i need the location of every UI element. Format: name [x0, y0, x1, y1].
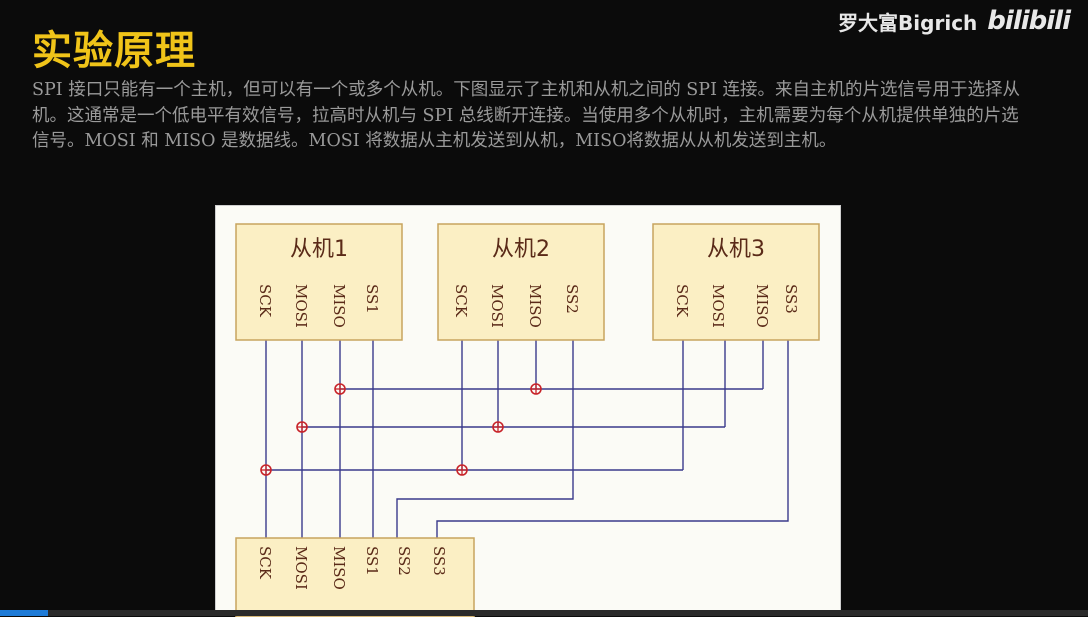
master-pin-miso: MISO — [330, 546, 348, 590]
slave1-pin-miso: MISO — [330, 284, 348, 328]
slave-label-1: 从机1 — [290, 237, 348, 262]
slave1-pin-sck: SCK — [256, 284, 274, 318]
wire-14 — [436, 340, 789, 538]
slave1-pin-ss1: SS1 — [363, 284, 381, 314]
slave3-pin-ss3: SS3 — [782, 284, 800, 314]
master-pin-sck: SCK — [256, 546, 274, 580]
spi-diagram: 从机1 SCK MOSI MISO SS1 从机2 SCK MOSI MISO SS2 从机3 SCK… — [215, 205, 841, 617]
slide-paragraph: SPI 接口只能有一个主机，但可以有一个或多个从机。下图显示了主机和从机之间的 … — [32, 80, 1021, 151]
slave1-pin-mosi: MOSI — [292, 284, 310, 328]
slave3-pin-mosi: MOSI — [709, 284, 727, 328]
slave-label-2: 从机2 — [492, 237, 550, 262]
slide-title: 实验原理 — [32, 28, 196, 74]
wire-13 — [396, 340, 574, 538]
slave2-pin-mosi: MOSI — [488, 284, 506, 328]
video-progress-bar[interactable] — [0, 610, 1088, 616]
slave3-pin-sck: SCK — [673, 284, 691, 318]
slave2-pin-ss2: SS2 — [563, 284, 581, 314]
master-pin-ss3: SS3 — [430, 546, 448, 576]
master-pin-ss2: SS2 — [395, 546, 413, 576]
slave2-pin-miso: MISO — [526, 284, 544, 328]
channel-name: 罗大富Bigrich — [838, 10, 978, 35]
watermark: 罗大富Bigrich bilibili — [838, 6, 1071, 36]
master-pin-ss1: SS1 — [363, 546, 381, 576]
spi-diagram-svg: 从机1 SCK MOSI MISO SS1 从机2 SCK MOSI MISO SS2 从机3 SCK… — [235, 223, 820, 617]
slave-label-3: 从机3 — [707, 237, 765, 262]
bilibili-logo: bilibili — [987, 6, 1071, 36]
master-pin-mosi: MOSI — [292, 546, 310, 590]
slave3-pin-miso: MISO — [753, 284, 771, 328]
slave2-pin-sck: SCK — [452, 284, 470, 318]
